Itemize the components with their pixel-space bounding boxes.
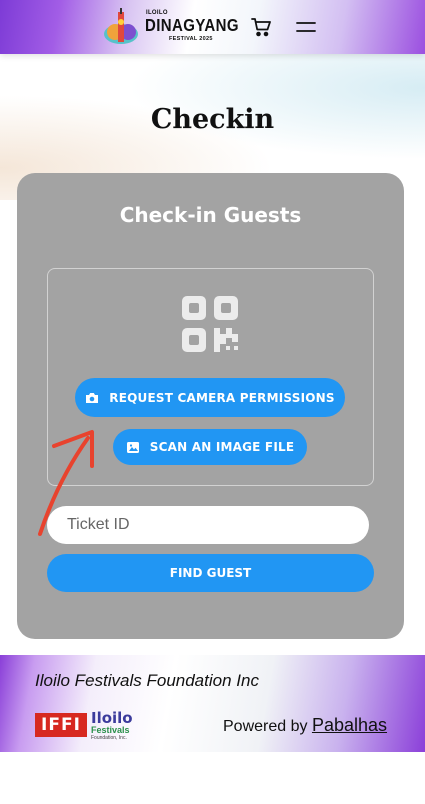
logo-main-text: DINAGYANG <box>145 16 239 36</box>
festival-emblem-icon <box>104 8 138 44</box>
qr-code-icon <box>182 296 238 352</box>
powered-by: Powered by Pabalhas <box>223 715 387 736</box>
file-button-label: SCAN AN IMAGE FILE <box>149 440 295 454</box>
dinagyang-festival-logo[interactable]: ILOILO DINAGYANG FESTIVAL 2025 <box>103 8 239 46</box>
find-guest-button[interactable]: FIND GUEST <box>47 554 374 592</box>
checkin-card: Check-in Guests REQUEST CAMERA PERMISSIO… <box>17 173 404 639</box>
camera-icon <box>86 392 99 403</box>
iffi-logo: IFFI Iloilo Festivals Foundation, Inc. <box>35 709 135 741</box>
cart-icon <box>251 18 271 37</box>
card-title: Check-in Guests <box>119 203 302 227</box>
hamburger-menu-icon <box>296 22 316 32</box>
logo-sub-text: FESTIVAL 2025 <box>169 36 213 42</box>
scan-image-file-button[interactable]: SCAN AN IMAGE FILE <box>113 429 307 465</box>
page: ILOILO DINAGYANG FESTIVAL 2025 Checkin C… <box>0 0 425 804</box>
foundation-logo-text: Foundation, Inc. <box>91 735 127 741</box>
powered-by-label: Powered by <box>223 718 308 735</box>
request-camera-permissions-button[interactable]: REQUEST CAMERA PERMISSIONS <box>75 378 345 417</box>
pabalhas-link[interactable]: Pabalhas <box>312 715 387 735</box>
page-title: Checkin <box>150 104 275 135</box>
cart-button[interactable] <box>250 16 272 38</box>
site-header: ILOILO DINAGYANG FESTIVAL 2025 <box>0 0 425 54</box>
iffi-logo-text: IFFI <box>35 713 87 737</box>
festivals-logo-text: Festivals <box>91 725 130 735</box>
red-arrow-annotation-icon <box>38 430 94 536</box>
footer-org-name: Iloilo Festivals Foundation Inc <box>35 671 259 690</box>
camera-button-label: REQUEST CAMERA PERMISSIONS <box>109 390 335 405</box>
image-icon <box>126 441 139 453</box>
site-footer: Iloilo Festivals Foundation Inc IFFI Ilo… <box>0 655 425 752</box>
menu-button[interactable] <box>294 16 318 38</box>
